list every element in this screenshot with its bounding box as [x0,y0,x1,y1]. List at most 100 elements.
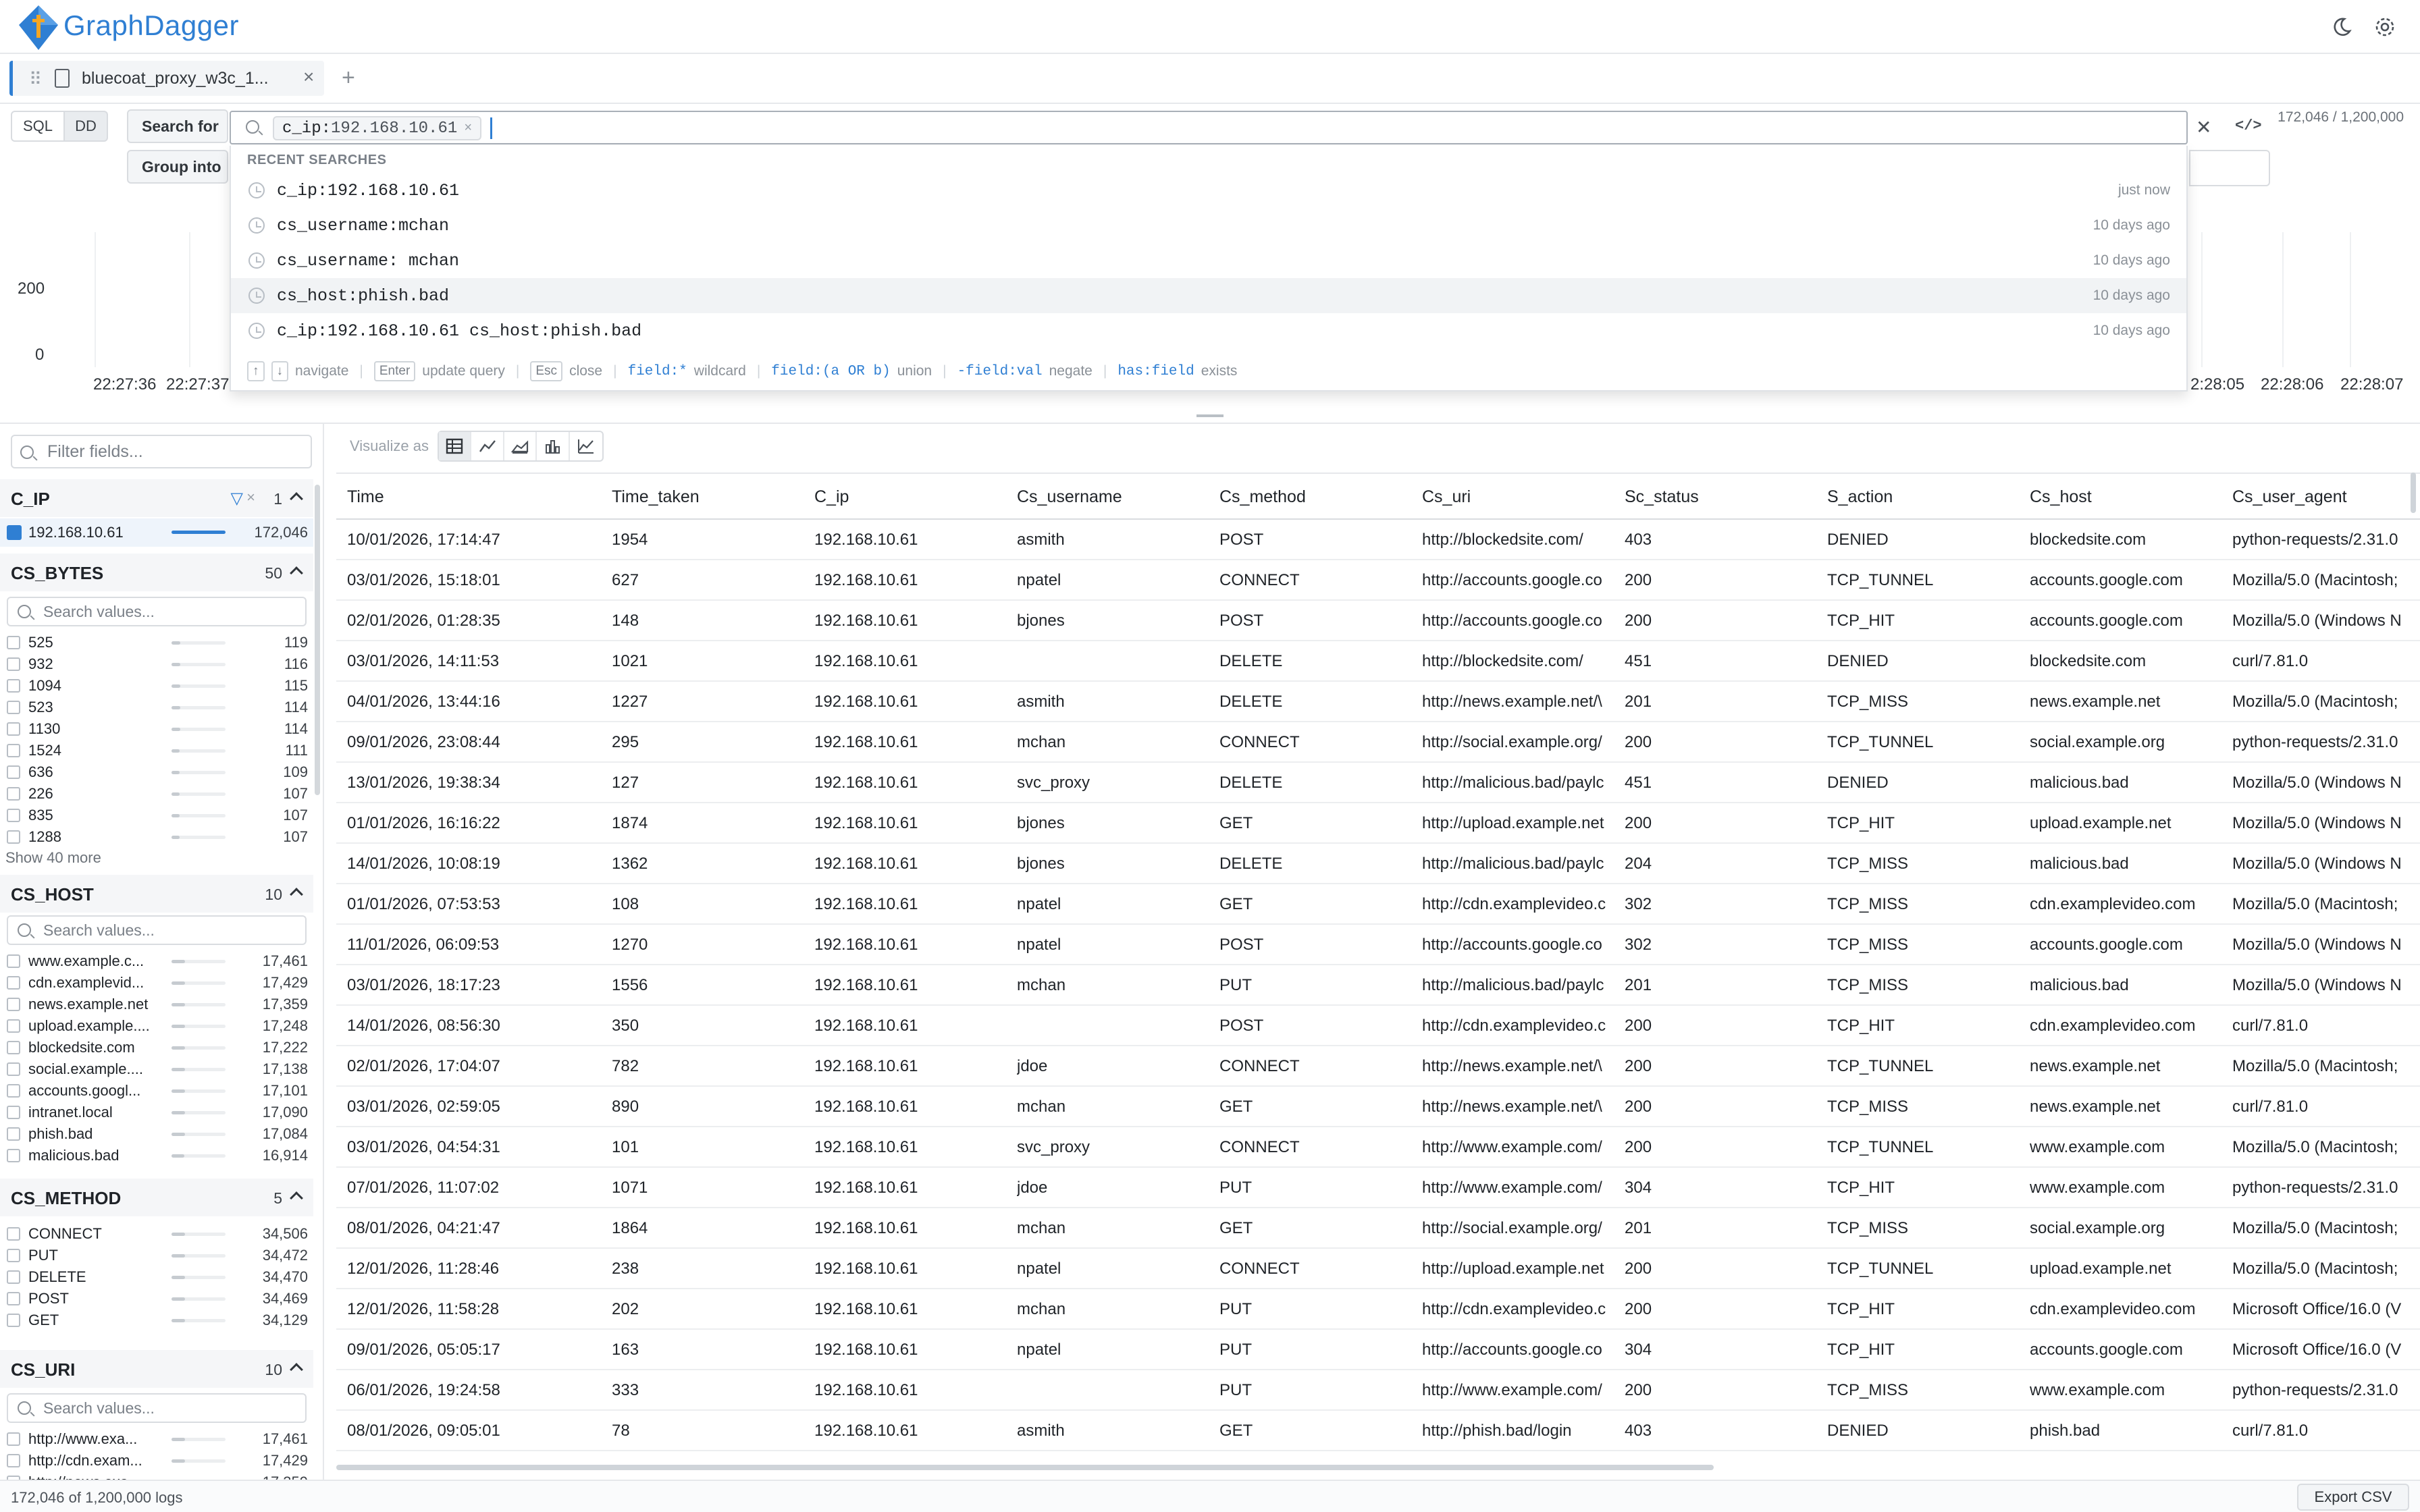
value-row[interactable]: accounts.googl... 17,101 [0,1080,313,1102]
tab-close-icon[interactable]: × [303,66,314,88]
value-search-input[interactable]: Search values... [7,915,307,945]
recent-search-item[interactable]: c_ip:192.168.10.61 just now [231,173,2186,208]
value-row[interactable]: 226 107 [0,783,313,805]
bar-chart-icon[interactable] [537,432,570,460]
table-row[interactable]: 04/01/2026, 13:44:16 1227 192.168.10.61 asm… [336,682,2420,722]
checkbox[interactable] [7,1249,20,1262]
checkbox-checked[interactable] [7,525,22,540]
checkbox[interactable] [7,1292,20,1305]
value-row[interactable]: http://www.exa... 17,461 [0,1428,313,1450]
table-row[interactable]: 12/01/2026, 11:28:46 238 192.168.10.61 npat… [336,1249,2420,1289]
chevron-up-icon[interactable] [290,492,303,506]
checkbox[interactable] [7,954,20,968]
checkbox[interactable] [7,1041,20,1054]
checkbox[interactable] [7,1084,20,1098]
value-row[interactable]: news.example.net 17,359 [0,994,313,1015]
value-row[interactable]: POST 34,469 [0,1288,313,1310]
table-row[interactable]: 06/01/2026, 19:24:58 333 192.168.10.61 PUT h… [336,1370,2420,1411]
value-row[interactable]: cdn.examplevid... 17,429 [0,972,313,994]
value-row[interactable]: 1524 111 [0,740,313,761]
checkbox[interactable] [7,1454,20,1467]
code-view-icon[interactable]: </> [2235,117,2262,134]
value-row[interactable]: 523 114 [0,697,313,718]
value-row[interactable]: intranet.local 17,090 [0,1102,313,1123]
table-view-icon[interactable] [439,432,472,460]
value-search-input[interactable]: Search values... [7,1393,307,1423]
clear-search-icon[interactable]: ✕ [2196,116,2211,138]
value-row[interactable]: 835 107 [0,805,313,826]
query-chip-c-ip[interactable]: c_ip : 192.168.10.61 × [273,116,482,140]
checkbox[interactable] [7,679,20,693]
field-header[interactable]: CS_URI 10 [0,1350,313,1388]
table-row[interactable]: 12/01/2026, 11:58:28 202 192.168.10.61 mcha… [336,1289,2420,1330]
column-header-cs-uri[interactable]: Cs_uri [1422,487,1471,507]
field-header[interactable]: CS_BYTES 50 [0,554,313,591]
checkbox[interactable] [7,765,20,779]
tab-bluecoat-proxy[interactable]: ⠿ bluecoat_proxy_w3c_1... × [9,61,324,96]
value-row[interactable]: 1288 107 [0,826,313,848]
area-chart-icon[interactable] [504,432,537,460]
combo-chart-icon[interactable] [570,432,602,460]
column-header-s-action[interactable]: S_action [1827,487,1893,507]
table-row[interactable]: 01/01/2026, 16:16:22 1874 192.168.10.61 bjo… [336,803,2420,844]
value-row[interactable]: 1094 115 [0,675,313,697]
recent-search-item[interactable]: c_ip:192.168.10.61 cs_host:phish.bad 10 … [231,313,2186,348]
value-row[interactable]: blockedsite.com 17,222 [0,1037,313,1058]
vertical-scrollbar[interactable] [2411,473,2416,513]
table-row[interactable]: 07/01/2026, 11:07:02 1071 192.168.10.61 jdo… [336,1168,2420,1208]
value-row[interactable]: http://cdn.exam... 17,429 [0,1450,313,1472]
chip-remove-icon[interactable]: × [464,121,472,136]
table-row[interactable]: 10/01/2026, 17:14:47 1954 192.168.10.61 asm… [336,520,2420,560]
settings-gear-icon[interactable] [2373,15,2397,39]
value-search-input[interactable]: Search values... [7,597,307,626]
value-row[interactable]: phish.bad 17,084 [0,1123,313,1145]
column-header-sc-status[interactable]: Sc_status [1625,487,1699,507]
field-header[interactable]: C_IP ▽ × 1 [0,479,313,517]
table-row[interactable]: 03/01/2026, 02:59:05 890 192.168.10.61 mcha… [336,1087,2420,1127]
table-row[interactable]: 03/01/2026, 04:54:31 101 192.168.10.61 svc_… [336,1127,2420,1168]
mode-sql-button[interactable]: SQL [11,111,65,142]
value-row[interactable]: 636 109 [0,761,313,783]
filter-fields-input[interactable]: Filter fields... [11,435,312,468]
mode-dd-button[interactable]: DD [63,111,108,142]
table-row[interactable]: 03/01/2026, 15:18:01 627 192.168.10.61 npat… [336,560,2420,601]
recent-search-item[interactable]: cs_username: mchan 10 days ago [231,243,2186,278]
value-row[interactable]: social.example.... 17,138 [0,1058,313,1080]
search-input[interactable]: c_ip : 192.168.10.61 × [230,111,2188,144]
chevron-up-icon[interactable] [290,1191,303,1205]
checkbox[interactable] [7,1314,20,1327]
chevron-up-icon[interactable] [290,888,303,901]
value-row[interactable]: malicious.bad 16,914 [0,1145,313,1166]
checkbox[interactable] [7,1062,20,1076]
column-header-cs-host[interactable]: Cs_host [2030,487,2092,507]
checkbox[interactable] [7,809,20,822]
column-header-c-ip[interactable]: C_ip [814,487,849,507]
value-row[interactable]: PUT 34,472 [0,1245,313,1266]
checkbox[interactable] [7,744,20,757]
table-row[interactable]: 08/01/2026, 04:21:47 1864 192.168.10.61 mch… [336,1208,2420,1249]
value-row[interactable]: http://news.exa... 17,359 [0,1472,313,1480]
table-row[interactable]: 01/01/2026, 07:53:53 108 192.168.10.61 npat… [336,884,2420,925]
horizontal-scrollbar[interactable] [336,1465,1714,1470]
group-into-input[interactable] [2189,150,2270,186]
sidebar-scrollbar[interactable] [315,485,320,795]
table-row[interactable]: 14/01/2026, 10:08:19 1362 192.168.10.61 bjo… [336,844,2420,884]
table-row[interactable]: 08/01/2026, 09:05:01 78 192.168.10.61 asmit… [336,1411,2420,1451]
resize-handle[interactable] [1196,414,1224,417]
checkbox[interactable] [7,1432,20,1446]
checkbox[interactable] [7,998,20,1011]
field-header[interactable]: CS_HOST 10 [0,875,313,913]
checkbox[interactable] [7,1149,20,1162]
table-row[interactable]: 09/01/2026, 05:05:17 163 192.168.10.61 npat… [336,1330,2420,1370]
column-header-time-taken[interactable]: Time_taken [612,487,700,507]
filter-funnel-icon[interactable]: ▽ [231,489,243,508]
checkbox[interactable] [7,1019,20,1033]
add-tab-button[interactable]: + [342,65,355,91]
chevron-up-icon[interactable] [290,566,303,580]
checkbox[interactable] [7,830,20,844]
column-header-cs-method[interactable]: Cs_method [1219,487,1306,507]
export-csv-button[interactable]: Export CSV [2297,1484,2409,1511]
chevron-up-icon[interactable] [290,1363,303,1376]
checkbox[interactable] [7,636,20,649]
graphdagger-logo-icon[interactable] [16,3,61,51]
